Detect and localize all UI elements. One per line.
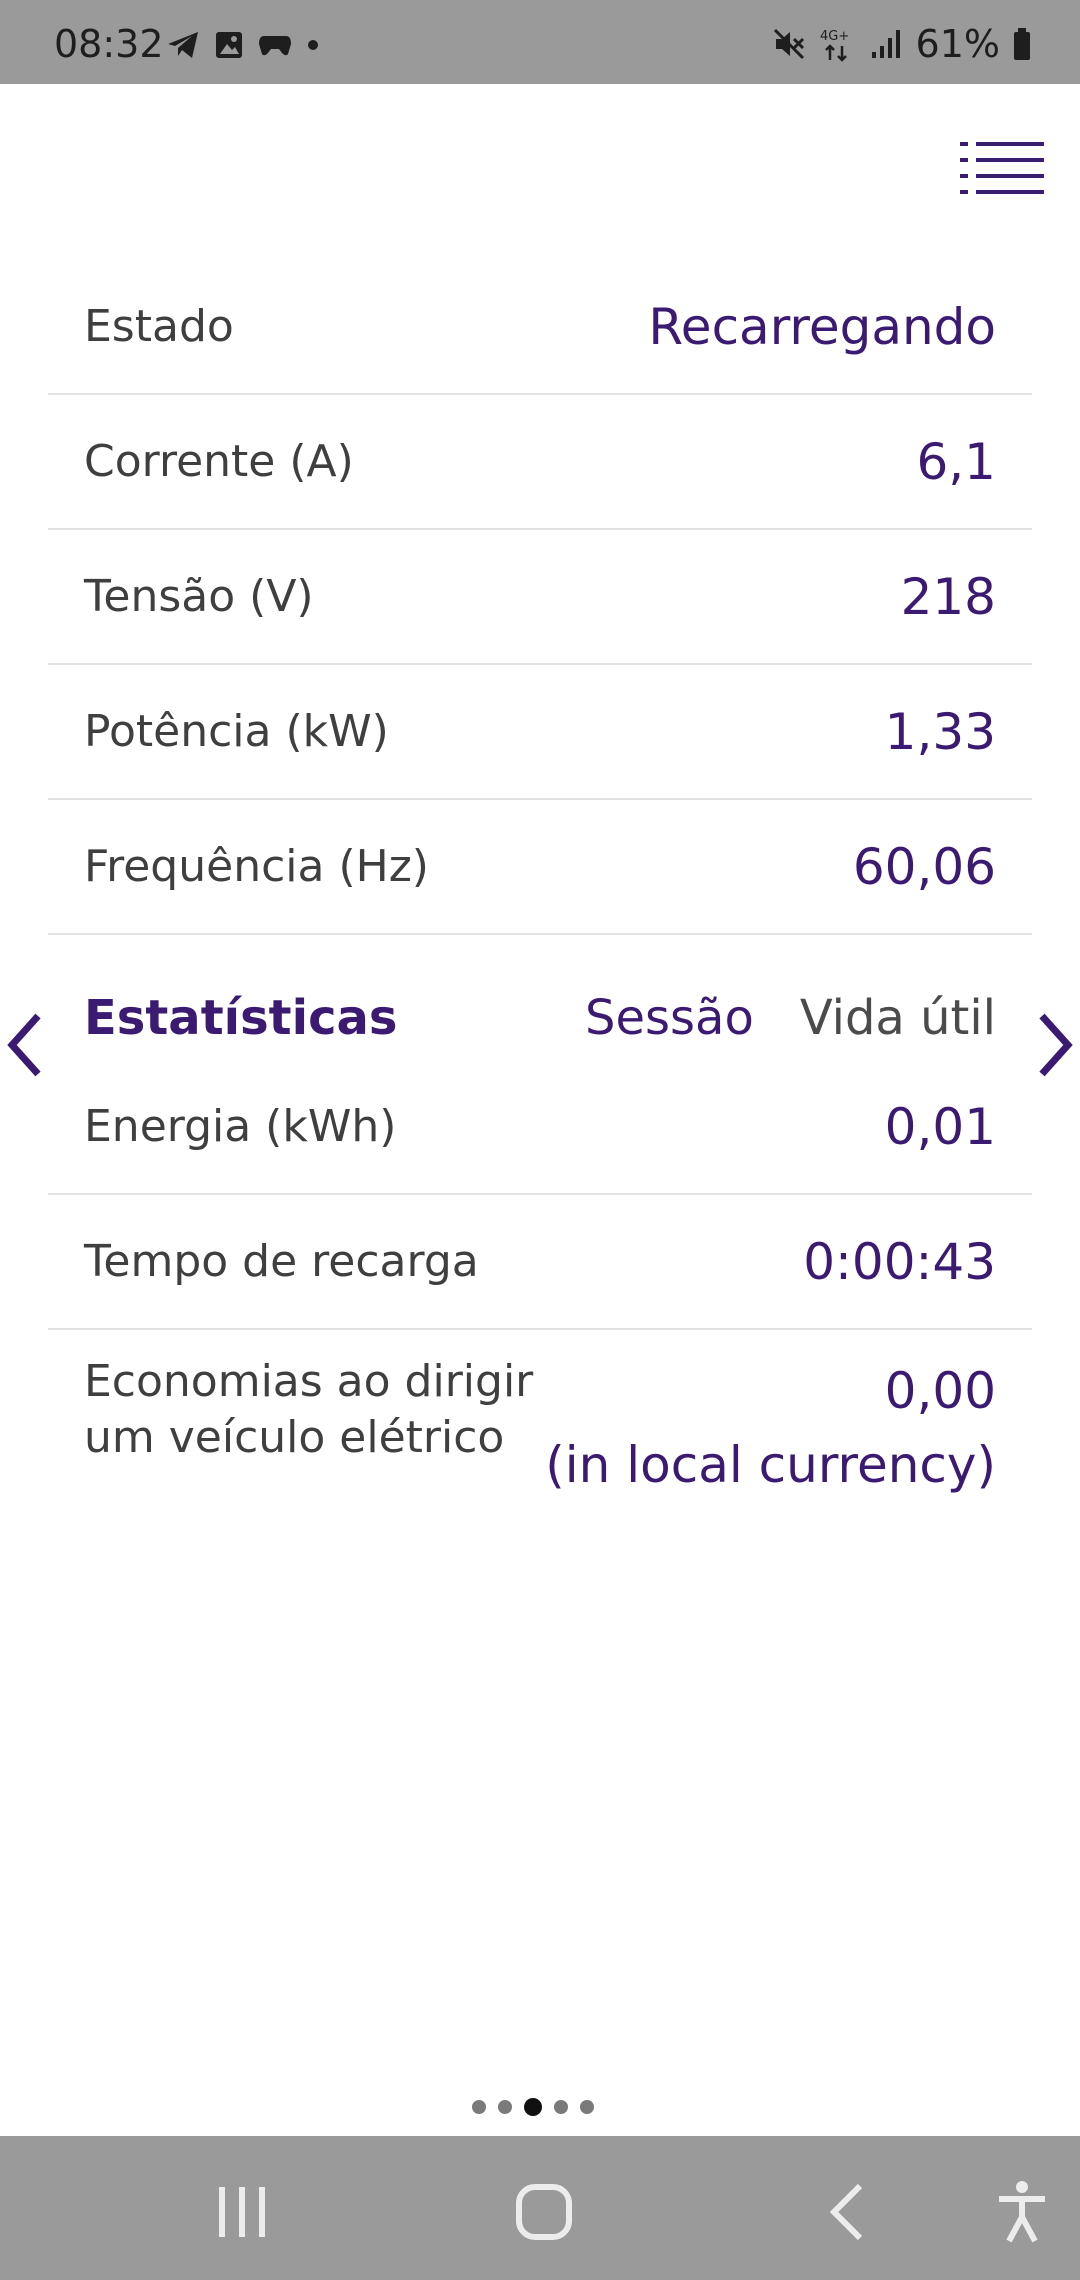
page-dot: [472, 2100, 486, 2114]
accessibility-icon: [999, 2181, 1045, 2243]
game-controller-icon: [258, 32, 292, 58]
reading-row-estado: Estado Recarregando: [48, 260, 1032, 395]
stat-label: Economias ao dirigir um veículo elétrico: [84, 1354, 533, 1466]
status-left-icons: [166, 30, 320, 60]
reading-value: Recarregando: [648, 297, 996, 356]
page-dot: [554, 2100, 568, 2114]
home-button[interactable]: [504, 2172, 584, 2252]
reading-label: Tensão (V): [84, 571, 314, 622]
reading-row-corrente: Corrente (A) 6,1: [48, 395, 1032, 530]
readings-list: Estado Recarregando Corrente (A) 6,1 Ten…: [48, 260, 1032, 935]
page-dot: [498, 2100, 512, 2114]
reading-value: 6,1: [916, 432, 996, 491]
mute-icon: [772, 27, 806, 61]
network-4g-icon: 4G+: [818, 26, 858, 62]
stat-label: Tempo de recarga: [84, 1236, 479, 1287]
stat-value-line: 0,00: [884, 1362, 996, 1420]
reading-label: Corrente (A): [84, 436, 354, 487]
reading-row-frequencia: Frequência (Hz) 60,06: [48, 800, 1032, 935]
statistics-list: Energia (kWh) 0,01 Tempo de recarga 0:00…: [48, 1060, 1032, 1500]
statistics-header: Estatísticas Sessão Vida útil: [48, 968, 1032, 1068]
home-icon: [516, 2184, 572, 2240]
previous-page-button[interactable]: [4, 1010, 44, 1080]
back-icon: [829, 2183, 863, 2241]
statistics-tabs: Sessão Vida útil: [585, 990, 996, 1046]
reading-value: 218: [900, 567, 996, 626]
signal-icon: [870, 28, 904, 60]
accessibility-button[interactable]: [982, 2172, 1062, 2252]
reading-label: Estado: [84, 301, 234, 352]
gallery-icon: [214, 30, 244, 60]
recent-apps-icon: [219, 2187, 265, 2237]
stat-label: Energia (kWh): [84, 1101, 397, 1152]
status-bar: 08:32 4G+ 61%: [0, 0, 1080, 84]
stat-label-line: Economias ao dirigir: [84, 1356, 534, 1407]
page-dot-active: [524, 2098, 542, 2116]
back-button[interactable]: [806, 2172, 886, 2252]
reading-label: Frequência (Hz): [84, 841, 429, 892]
telegram-icon: [166, 30, 200, 60]
status-time: 08:32: [54, 22, 164, 66]
battery-percent: 61%: [915, 22, 1000, 66]
stat-value-line: (in local currency): [545, 1436, 996, 1494]
navigation-bar: [0, 2136, 1080, 2280]
stat-row-energia: Energia (kWh) 0,01: [48, 1060, 1032, 1195]
next-page-button[interactable]: [1036, 1010, 1076, 1080]
page-dot: [580, 2100, 594, 2114]
stat-value: 0:00:43: [803, 1232, 996, 1291]
svg-text:4G+: 4G+: [820, 29, 849, 44]
reading-value: 1,33: [884, 702, 996, 761]
stat-label-line: um veículo elétrico: [84, 1412, 505, 1463]
status-right: 4G+ 61%: [772, 22, 1032, 66]
tab-vida-util[interactable]: Vida útil: [800, 990, 996, 1046]
dot-icon: [306, 38, 320, 52]
list-menu-icon: [960, 142, 1044, 194]
statistics-title: Estatísticas: [84, 990, 398, 1046]
recent-apps-button[interactable]: [202, 2172, 282, 2252]
reading-row-tensao: Tensão (V) 218: [48, 530, 1032, 665]
reading-row-potencia: Potência (kW) 1,33: [48, 665, 1032, 800]
stat-value: 0,01: [884, 1097, 996, 1156]
reading-value: 60,06: [852, 837, 996, 896]
chevron-left-icon: [7, 1013, 41, 1077]
stat-row-tempo: Tempo de recarga 0:00:43: [48, 1195, 1032, 1330]
tab-sessao[interactable]: Sessão: [585, 990, 754, 1046]
page-indicator: [472, 2098, 594, 2116]
battery-icon: [1012, 27, 1032, 61]
stat-row-economias: Economias ao dirigir um veículo elétrico…: [48, 1330, 1032, 1500]
chevron-right-icon: [1039, 1013, 1073, 1077]
menu-button[interactable]: [958, 140, 1046, 196]
reading-label: Potência (kW): [84, 706, 389, 757]
stat-value: 0,00 (in local currency): [545, 1354, 996, 1502]
